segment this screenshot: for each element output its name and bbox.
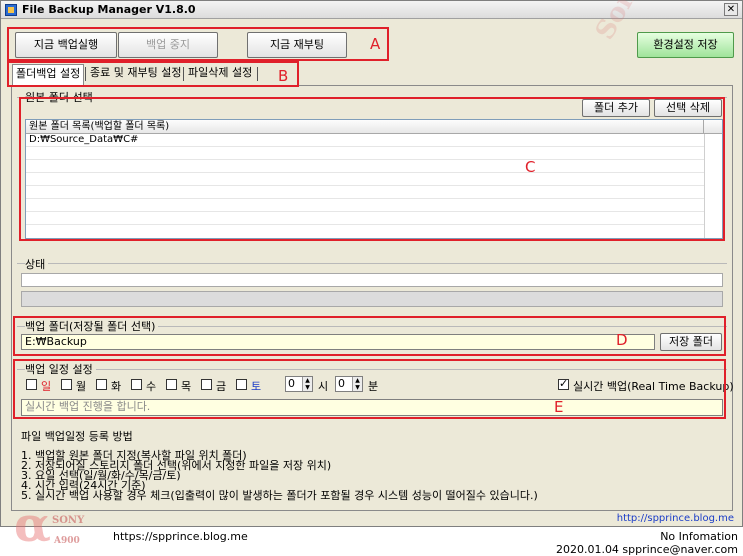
list-item-empty	[26, 173, 704, 186]
realtime-backup-checkbox[interactable]	[558, 377, 569, 390]
guide-heading: 파일 백업일정 등록 방법	[21, 430, 133, 443]
day-label-wed: 수	[146, 380, 157, 393]
hour-stepper[interactable]: 0 ▲ ▼	[285, 376, 313, 392]
schedule-status-message: 실시간 백업 진행을 합니다.	[21, 399, 723, 416]
stepper-arrows-icon[interactable]: ▲ ▼	[352, 377, 362, 391]
tab-separator	[85, 67, 86, 81]
watermark-brand: SONY	[52, 515, 85, 526]
hour-value: 0	[288, 377, 295, 390]
day-label-tue: 화	[111, 380, 122, 393]
source-group-title: 원본 폴더 선택	[25, 89, 96, 105]
minute-value: 0	[338, 377, 345, 390]
annotation-label-e: E	[554, 398, 564, 416]
progress-bar	[21, 291, 723, 307]
save-settings-button[interactable]: 환경설정 저장	[637, 32, 734, 58]
day-checkbox-wed[interactable]	[131, 379, 142, 390]
annotation-label-a: A	[370, 35, 381, 53]
group-divider	[17, 263, 727, 264]
group-divider	[17, 369, 727, 370]
day-label-sat: 토	[251, 380, 262, 393]
blog-link[interactable]: http://spprince.blog.me	[617, 513, 734, 524]
day-label-fri: 금	[216, 380, 227, 393]
footer-info: No Infomation	[660, 530, 738, 543]
list-item-empty	[26, 147, 704, 160]
day-label-mon: 월	[76, 380, 87, 393]
day-label-sun: 일	[41, 380, 52, 393]
annotation-label-c: C	[525, 158, 536, 176]
tab-folder-backup[interactable]: 폴더백업 설정	[12, 64, 85, 85]
run-backup-now-button[interactable]: 지금 백업실행	[15, 32, 117, 58]
day-label-thu: 목	[181, 380, 192, 393]
list-item-empty	[26, 212, 704, 225]
minute-unit-label: 분	[368, 380, 379, 393]
stop-backup-button[interactable]: 백업 중지	[118, 32, 218, 58]
tab-file-delete[interactable]: 파일삭제 설정	[185, 64, 255, 84]
tab-separator	[183, 67, 184, 81]
list-column-header-empty	[704, 120, 722, 134]
list-item-empty	[26, 160, 704, 173]
footer-date-email: 2020.01.04 spprince@naver.com	[555, 543, 738, 556]
reboot-now-button[interactable]: 지금 재부팅	[247, 32, 347, 58]
source-folder-list[interactable]: 원본 폴더 목록(백업할 폴더 목록) D:₩Source_Data₩C#	[25, 119, 723, 239]
hour-unit-label: 시	[318, 380, 329, 393]
realtime-backup-label: 실시간 백업(Real Time Backup)	[573, 380, 734, 393]
guide-step: 5. 실시간 백업 사용할 경우 체크(입출력이 많이 발생하는 폴더가 포함될…	[21, 489, 538, 502]
day-checkbox-mon[interactable]	[61, 379, 72, 390]
status-group-title: 상태	[25, 256, 49, 272]
list-item-empty	[26, 199, 704, 212]
close-button[interactable]: ✕	[724, 3, 738, 16]
day-checkbox-sun[interactable]	[26, 379, 37, 390]
watermark-alpha: α	[14, 497, 51, 553]
footer-blog-url: https://spprince.blog.me	[113, 530, 248, 543]
app-window: File Backup Manager V1.8.0 ✕ 지금 백업실행 백업 …	[0, 0, 743, 527]
status-text-box	[21, 273, 723, 287]
delete-selected-button[interactable]: 선택 삭제	[654, 99, 722, 117]
day-checkbox-thu[interactable]	[166, 379, 177, 390]
day-checkbox-fri[interactable]	[201, 379, 212, 390]
tab-shutdown-reboot[interactable]: 종료 및 재부팅 설정	[87, 64, 184, 84]
list-item[interactable]: D:₩Source_Data₩C#	[26, 134, 704, 147]
day-checkbox-tue[interactable]	[96, 379, 107, 390]
annotation-label-b: B	[278, 67, 289, 85]
list-column-divider	[704, 134, 705, 238]
save-folder-button[interactable]: 저장 폴더	[660, 333, 722, 351]
tab-separator	[257, 67, 258, 81]
window-title: File Backup Manager V1.8.0	[22, 3, 196, 16]
add-folder-button[interactable]: 폴더 추가	[582, 99, 650, 117]
list-item-empty	[26, 186, 704, 199]
annotation-label-d: D	[616, 331, 628, 349]
app-icon	[5, 4, 17, 16]
minute-stepper[interactable]: 0 ▲ ▼	[335, 376, 363, 392]
group-divider	[17, 97, 727, 98]
backup-folder-group-title: 백업 폴더(저장될 폴더 선택)	[25, 318, 159, 334]
day-checkbox-sat[interactable]	[236, 379, 247, 390]
stepper-arrows-icon[interactable]: ▲ ▼	[302, 377, 312, 391]
list-column-header[interactable]: 원본 폴더 목록(백업할 폴더 목록)	[26, 120, 704, 134]
schedule-group-title: 백업 일정 설정	[25, 361, 96, 377]
backup-folder-path-input[interactable]: E:₩Backup	[21, 334, 655, 350]
watermark-model: A900	[54, 536, 80, 546]
